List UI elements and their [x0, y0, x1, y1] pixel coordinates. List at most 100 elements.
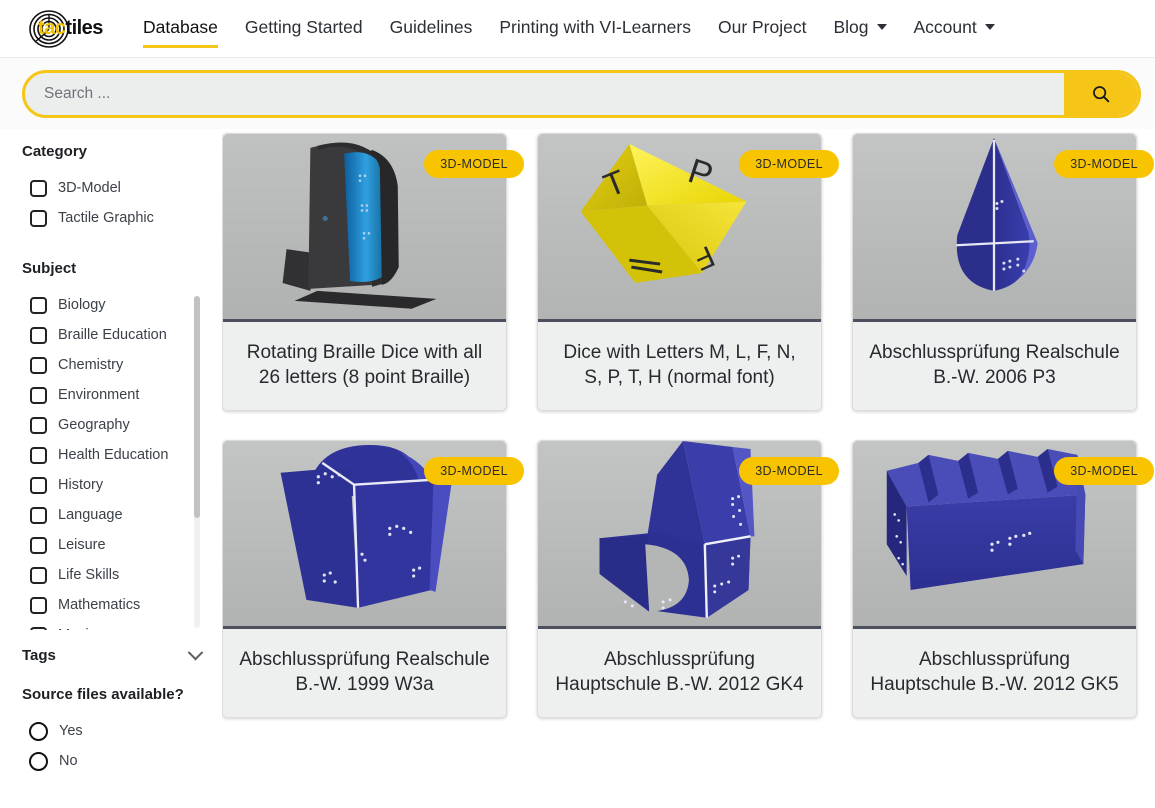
option-label: Mathematics — [58, 597, 141, 613]
card-badge: 3D-MODEL — [424, 457, 524, 485]
checkbox-icon[interactable] — [30, 596, 47, 614]
card-title: Abschlussprüfung Realschule B.-W. 1999 W… — [239, 649, 490, 695]
subject-filter-list[interactable]: Biology Braille Education Chemistry Envi… — [22, 290, 222, 630]
filter-option-language[interactable]: Language — [22, 500, 200, 530]
nav-item-our-project[interactable]: Our Project — [718, 9, 807, 49]
filter-option-mathematics[interactable]: Mathematics — [22, 590, 200, 620]
search-icon — [1093, 85, 1110, 102]
result-card[interactable]: P T F 3D-MODEL Dice with Letters M, L, F… — [537, 133, 839, 411]
search-submit-button[interactable] — [1064, 72, 1138, 115]
option-label: Chemistry — [58, 357, 124, 373]
filter-option-braille-education[interactable]: Braille Education — [22, 320, 200, 350]
card-title: Abschlussprüfung Realschule B.-W. 2006 P… — [869, 342, 1120, 388]
nav-label: Printing with VI-Learners — [499, 16, 691, 37]
filter-option-chemistry[interactable]: Chemistry — [22, 350, 200, 380]
option-label: Health Education — [58, 447, 169, 463]
card-title: Abschlussprüfung Hauptschule B.-W. 2012 … — [555, 649, 804, 695]
search-box[interactable] — [22, 69, 1141, 118]
option-label: Life Skills — [58, 567, 120, 583]
site-header: tactiles Database Getting Started Guidel… — [0, 0, 1155, 57]
main-navigation: Database Getting Started Guidelines Prin… — [143, 0, 1022, 57]
card-badge: 3D-MODEL — [1054, 457, 1154, 485]
radio-icon[interactable] — [29, 751, 48, 771]
option-label: Environment — [58, 387, 140, 403]
search-input[interactable] — [25, 72, 1064, 115]
option-label: Geography — [58, 417, 130, 433]
nav-item-guidelines[interactable]: Guidelines — [390, 9, 473, 49]
nav-label: Getting Started — [244, 16, 363, 37]
card-title: Dice with Letters M, L, F, N, S, P, T, H… — [563, 342, 796, 388]
page-body: Category 3D-Model Tactile Graphic Subjec… — [0, 129, 1155, 808]
nav-item-getting-started[interactable]: Getting Started — [245, 9, 363, 49]
logo-text-tac: tac — [38, 16, 66, 39]
subject-filter-title: Subject — [22, 260, 77, 277]
option-label: Language — [58, 507, 123, 523]
filter-option-history[interactable]: History — [22, 470, 200, 500]
card-badge: 3D-MODEL — [739, 457, 839, 485]
checkbox-icon[interactable] — [30, 209, 47, 227]
filter-option-environment[interactable]: Environment — [22, 380, 200, 410]
checkbox-icon[interactable] — [30, 566, 47, 584]
category-filter-title: Category — [22, 143, 88, 160]
chevron-down-icon — [876, 24, 887, 30]
checkbox-icon[interactable] — [30, 626, 47, 630]
checkbox-icon[interactable] — [30, 446, 47, 464]
card-title: Abschlussprüfung Hauptschule B.-W. 2012 … — [870, 649, 1119, 695]
option-label: Braille Education — [58, 327, 167, 343]
chevron-down-icon[interactable] — [187, 644, 204, 661]
filter-option-health-education[interactable]: Health Education — [22, 440, 200, 470]
checkbox-icon[interactable] — [30, 386, 47, 404]
result-card[interactable]: 3D-MODEL Abschlussprüfung Hauptschule B.… — [852, 440, 1154, 718]
option-label: Music — [58, 627, 96, 630]
filter-option-life-skills[interactable]: Life Skills — [22, 560, 200, 590]
result-card[interactable]: 3D-MODEL Rotating Braille Dice with all … — [222, 133, 524, 411]
search-bar-region — [0, 57, 1155, 129]
nav-item-blog[interactable]: Blog — [833, 9, 887, 49]
nav-label: Our Project — [717, 16, 807, 37]
option-label: Tactile Graphic — [58, 210, 154, 226]
filter-option-source-yes[interactable]: Yes — [22, 716, 222, 746]
nav-label: Database — [143, 16, 218, 37]
option-label: Biology — [58, 297, 106, 313]
result-card[interactable]: 3D-MODEL Abschlussprüfung Hauptschule B.… — [537, 440, 839, 718]
results-grid-region: 3D-MODEL Rotating Braille Dice with all … — [222, 129, 1155, 808]
tags-filter-header[interactable]: Tags — [22, 644, 207, 664]
option-label: History — [58, 477, 104, 493]
option-label: No — [59, 753, 78, 769]
checkbox-icon[interactable] — [30, 536, 47, 554]
subject-scrollbar-thumb[interactable] — [194, 296, 200, 518]
logo-wordmark: tactiles — [38, 18, 103, 38]
chevron-down-icon — [984, 24, 995, 30]
card-title: Rotating Braille Dice with all 26 letter… — [246, 342, 483, 388]
result-card[interactable]: 3D-MODEL Abschlussprüfung Realschule B.-… — [852, 133, 1154, 411]
filter-option-biology[interactable]: Biology — [22, 290, 200, 320]
nav-label: Blog — [833, 16, 869, 37]
card-badge: 3D-MODEL — [424, 150, 524, 178]
card-badge: 3D-MODEL — [739, 150, 839, 178]
filter-option-geography[interactable]: Geography — [22, 410, 200, 440]
nav-item-printing-with-vi-learners[interactable]: Printing with VI-Learners — [499, 9, 691, 49]
tags-filter-title: Tags — [22, 647, 56, 664]
filter-option-source-no[interactable]: No — [22, 746, 222, 776]
filter-option-tactile-graphic[interactable]: Tactile Graphic — [22, 203, 222, 233]
filter-option-3d-model[interactable]: 3D-Model — [22, 173, 222, 203]
site-logo[interactable]: tactiles — [22, 9, 104, 49]
checkbox-icon[interactable] — [30, 296, 47, 314]
checkbox-icon[interactable] — [30, 179, 47, 197]
result-card[interactable]: 3D-MODEL Abschlussprüfung Realschule B.-… — [222, 440, 524, 718]
nav-item-account[interactable]: Account — [914, 9, 995, 49]
nav-item-database[interactable]: Database — [143, 9, 218, 49]
radio-icon[interactable] — [29, 721, 48, 741]
filter-option-leisure[interactable]: Leisure — [22, 530, 200, 560]
source-files-filter-title: Source files available? — [22, 686, 184, 703]
checkbox-icon[interactable] — [30, 476, 47, 494]
filter-option-music[interactable]: Music — [22, 620, 200, 630]
card-badge: 3D-MODEL — [1054, 150, 1154, 178]
checkbox-icon[interactable] — [30, 416, 47, 434]
option-label: Yes — [59, 723, 83, 739]
checkbox-icon[interactable] — [30, 356, 47, 374]
filter-sidebar: Category 3D-Model Tactile Graphic Subjec… — [0, 129, 222, 808]
logo-text-tiles: tiles — [65, 16, 103, 39]
checkbox-icon[interactable] — [30, 326, 47, 344]
checkbox-icon[interactable] — [30, 506, 47, 524]
